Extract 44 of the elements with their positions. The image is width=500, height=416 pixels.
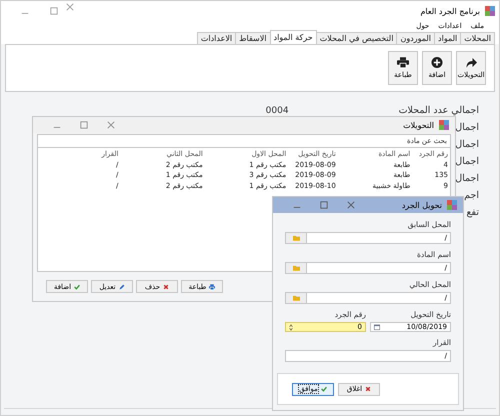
- cross-icon: [163, 284, 170, 290]
- maximize-icon[interactable]: [80, 121, 88, 129]
- close-icon[interactable]: [66, 3, 74, 11]
- plus-circle-icon: [431, 57, 443, 68]
- tab[interactable]: الاسقاط: [235, 32, 270, 44]
- folder-icon: [292, 265, 300, 271]
- spinner-icon[interactable]: [289, 324, 293, 330]
- printer-icon: [209, 284, 216, 290]
- summary-label: اجم: [464, 190, 479, 201]
- calendar-icon: [374, 324, 380, 330]
- summary-label: اجمال: [455, 122, 479, 133]
- forward-arrow-icon: [465, 57, 477, 68]
- maximize-icon[interactable]: [50, 7, 58, 15]
- summary-label: اجمالي عدد المحلات: [398, 105, 479, 116]
- close-icon[interactable]: [107, 121, 115, 129]
- tab[interactable]: المواد: [434, 32, 462, 44]
- check-icon: [320, 386, 327, 392]
- summary-label: تفع: [466, 207, 479, 218]
- tab[interactable]: المحلات: [460, 32, 495, 44]
- summary-label: اجمال: [455, 156, 479, 167]
- pencil-icon: [118, 284, 125, 290]
- window-title: تحويل الجرد: [402, 200, 442, 210]
- browse-button[interactable]: [285, 262, 307, 274]
- tab[interactable]: حركة المواد: [270, 30, 317, 44]
- app-icon: [447, 200, 457, 210]
- summary-label: اجمال: [455, 139, 479, 150]
- folder-icon: [292, 235, 300, 241]
- app-icon: [485, 6, 495, 16]
- window-title: التحويلات: [403, 120, 434, 130]
- tab[interactable]: الاعدادات: [196, 32, 236, 44]
- tab[interactable]: الموردون: [396, 32, 436, 44]
- window-title: برنامج الجرد العام: [420, 6, 480, 16]
- summary-label: اجمال: [455, 173, 479, 184]
- printer-icon: [397, 57, 409, 68]
- app-icon: [439, 120, 449, 130]
- browse-button[interactable]: [285, 232, 307, 244]
- folder-icon: [292, 295, 300, 301]
- tab[interactable]: التخصيص في المحلات: [316, 32, 398, 44]
- cross-icon: [365, 386, 372, 392]
- close-icon[interactable]: [347, 201, 355, 209]
- summary-value: 0004: [266, 106, 289, 116]
- maximize-icon[interactable]: [320, 201, 328, 209]
- check-icon: [74, 284, 80, 290]
- browse-button[interactable]: [285, 292, 307, 304]
